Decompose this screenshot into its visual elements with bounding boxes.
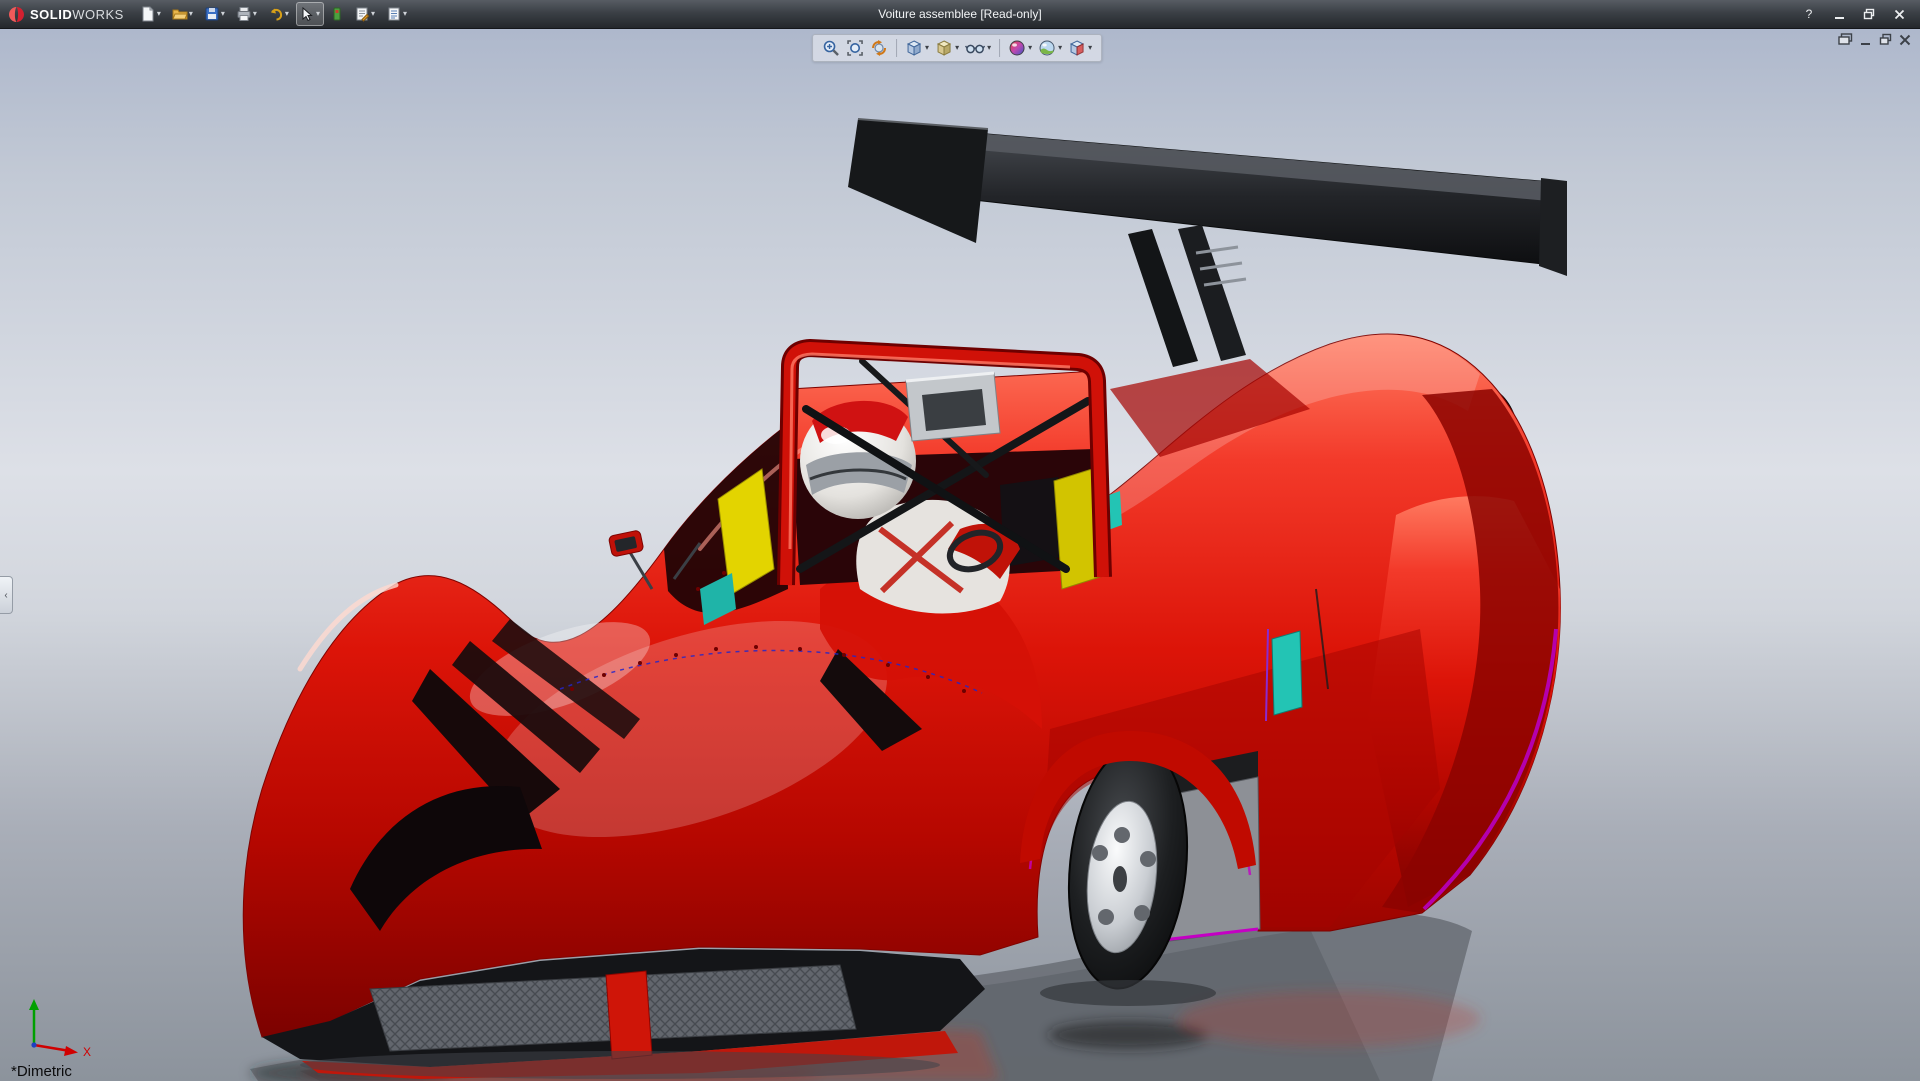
chevron-down-icon[interactable]: ▾ — [285, 10, 289, 18]
air-intake — [906, 373, 1000, 441]
minimize-icon — [1860, 34, 1872, 46]
brand-name-bold: SOLID — [30, 7, 72, 22]
display-style-icon — [935, 39, 953, 57]
save-floppy-icon — [204, 6, 220, 22]
toolbox-icon — [331, 6, 343, 22]
undo-button[interactable]: ▾ — [264, 2, 293, 26]
toolbar-separator — [896, 39, 897, 57]
select-window-button[interactable] — [1838, 33, 1853, 46]
appearance-ball-icon — [1008, 39, 1026, 57]
zoom-area-icon — [822, 39, 840, 57]
chevron-down-icon[interactable]: ▾ — [1088, 44, 1092, 52]
edit-appearance-button[interactable]: ▾ — [1006, 37, 1034, 59]
chevron-down-icon[interactable]: ▾ — [1028, 44, 1032, 52]
options-sheet-icon — [354, 6, 370, 22]
center-post — [606, 971, 652, 1059]
maximize-button[interactable] — [1856, 5, 1882, 24]
triad-x-label: X — [83, 1045, 91, 1057]
race-car-model[interactable] — [0, 29, 1920, 1081]
close-icon — [1899, 34, 1911, 46]
glasses-icon — [965, 39, 985, 57]
restore-document-button[interactable] — [1879, 33, 1892, 46]
options-button[interactable]: ▾ — [350, 2, 379, 26]
open-button[interactable]: ▾ — [168, 2, 197, 26]
apply-scene-button[interactable]: ▾ — [1036, 37, 1064, 59]
chevron-down-icon[interactable]: ▾ — [955, 44, 959, 52]
chevron-down-icon[interactable]: ▾ — [1058, 44, 1062, 52]
minimize-icon — [1834, 9, 1845, 20]
rotate-view-button[interactable] — [868, 37, 890, 59]
scene-ball-icon — [1038, 39, 1056, 57]
minimize-button[interactable] — [1826, 5, 1852, 24]
file-properties-button[interactable]: ▾ — [382, 2, 411, 26]
hide-show-items-button[interactable]: ▾ — [963, 37, 993, 59]
file-properties-icon — [386, 6, 402, 22]
titlebar-toolbar: ▾ ▾ ▾ ▾ ▾ ▾ — [136, 2, 411, 26]
new-button[interactable]: ▾ — [136, 2, 165, 26]
toolbar-separator — [999, 39, 1000, 57]
brand-name: SOLIDWORKS — [30, 7, 124, 22]
restore-icon — [1879, 33, 1892, 46]
close-button[interactable] — [1886, 5, 1912, 24]
window-controls: ? — [1796, 5, 1920, 24]
windows-icon — [1838, 33, 1853, 46]
chevron-down-icon[interactable]: ▾ — [371, 10, 375, 18]
view-orientation-label: *Dimetric — [11, 1063, 72, 1080]
collapse-arrow-icon: ‹ — [4, 590, 7, 601]
open-folder-icon — [172, 6, 188, 22]
close-document-button[interactable] — [1899, 34, 1911, 46]
rear-wing[interactable] — [848, 119, 1567, 367]
section-view-icon — [1068, 39, 1086, 57]
teal-accent — [1272, 631, 1302, 715]
dassault-logo-icon — [8, 6, 25, 23]
view-orientation-button[interactable]: ▾ — [903, 37, 931, 59]
minimize-document-button[interactable] — [1860, 34, 1872, 46]
titlebar: SOLIDWORKS ▾ ▾ ▾ ▾ ▾ — [0, 0, 1920, 29]
app-brand: SOLIDWORKS — [0, 6, 136, 23]
save-button[interactable]: ▾ — [200, 2, 229, 26]
chevron-down-icon[interactable]: ▾ — [403, 10, 407, 18]
chevron-down-icon[interactable]: ▾ — [253, 10, 257, 18]
print-icon — [236, 6, 252, 22]
section-view-button[interactable]: ▾ — [1066, 37, 1094, 59]
chevron-down-icon[interactable]: ▾ — [316, 10, 320, 18]
chevron-down-icon[interactable]: ▾ — [157, 10, 161, 18]
document-window-controls — [1838, 33, 1911, 46]
select-button[interactable]: ▾ — [296, 2, 324, 26]
coordinate-triad: X — [20, 995, 110, 1057]
view-cube-icon — [905, 39, 923, 57]
feature-manager-collapse-tab[interactable]: ‹ — [0, 576, 13, 614]
heads-up-view-toolbar: ▾ ▾ ▾ ▾ ▾ ▾ — [812, 34, 1102, 62]
toolbox-button[interactable] — [327, 2, 347, 26]
zoom-fit-icon — [846, 39, 864, 57]
chevron-down-icon[interactable]: ▾ — [925, 44, 929, 52]
new-document-icon — [140, 6, 156, 22]
display-style-button[interactable]: ▾ — [933, 37, 961, 59]
help-button[interactable]: ? — [1796, 5, 1822, 24]
brand-name-light: WORKS — [72, 7, 124, 22]
chevron-down-icon[interactable]: ▾ — [189, 10, 193, 18]
close-icon — [1894, 9, 1905, 20]
restore-icon — [1863, 8, 1875, 20]
select-cursor-icon — [300, 7, 315, 22]
chevron-down-icon[interactable]: ▾ — [987, 44, 991, 52]
print-button[interactable]: ▾ — [232, 2, 261, 26]
undo-arrow-icon — [268, 6, 284, 22]
zoom-to-area-button[interactable] — [820, 37, 842, 59]
graphics-viewport[interactable]: ▾ ▾ ▾ ▾ ▾ ▾ — [0, 29, 1920, 1081]
rotate-view-icon — [870, 39, 888, 57]
chevron-down-icon[interactable]: ▾ — [221, 10, 225, 18]
zoom-to-fit-button[interactable] — [844, 37, 866, 59]
